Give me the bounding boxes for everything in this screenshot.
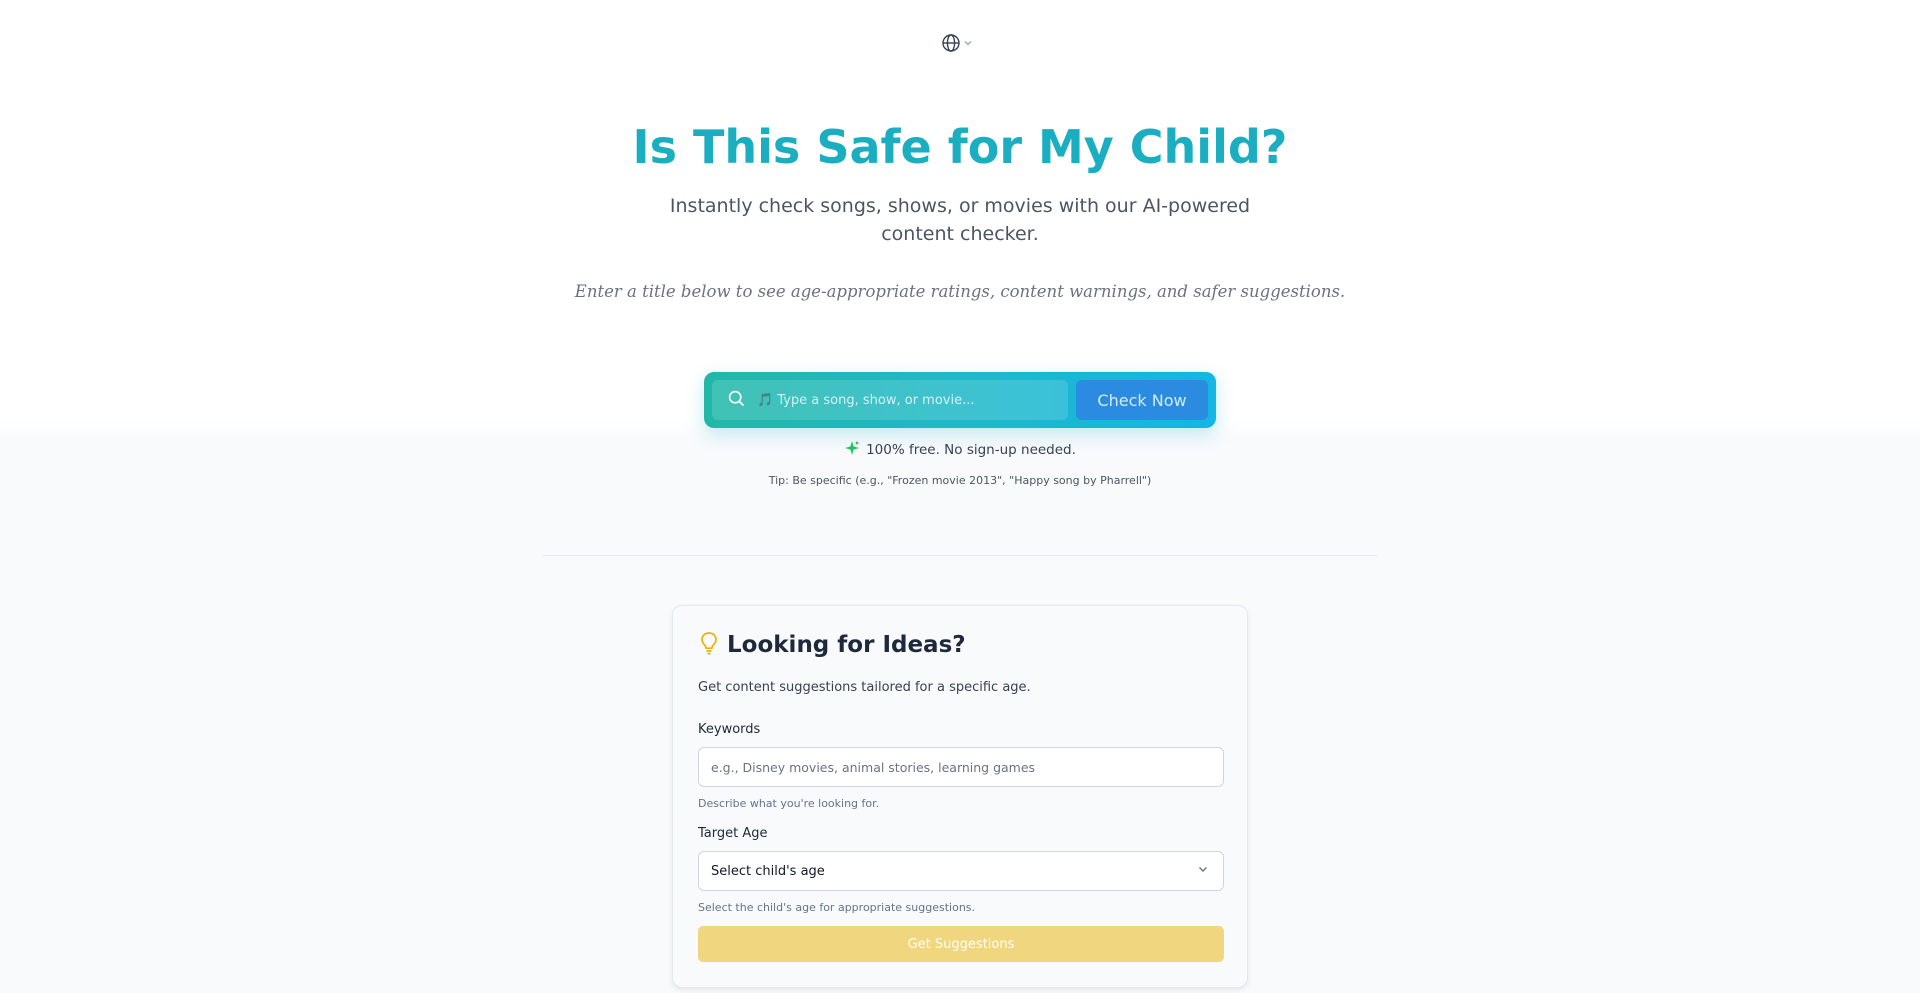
- ideas-description: Get content suggestions tailored for a s…: [698, 680, 1031, 695]
- search-icon: [728, 390, 745, 411]
- search-bar: Check Now: [704, 372, 1216, 428]
- section-divider: [543, 555, 1377, 556]
- page-title: Is This Safe for My Child?: [632, 120, 1288, 174]
- ideas-card: Looking for Ideas? Get content suggestio…: [672, 605, 1248, 988]
- globe-icon: [941, 33, 961, 53]
- search-input[interactable]: [757, 392, 1057, 408]
- search-tip: Tip: Be specific (e.g., "Frozen movie 20…: [768, 474, 1152, 487]
- instruction-note: Enter a title below to see age-appropria…: [574, 282, 1346, 301]
- search-field[interactable]: [712, 380, 1068, 420]
- language-switcher[interactable]: [941, 33, 973, 53]
- target-age-value: Select child's age: [711, 863, 825, 879]
- chevron-down-icon: [963, 38, 973, 48]
- target-age-label: Target Age: [698, 826, 768, 841]
- free-note: 100% free. No sign-up needed.: [0, 440, 1920, 460]
- check-now-button[interactable]: Check Now: [1076, 380, 1208, 420]
- ideas-title: Looking for Ideas?: [727, 632, 966, 658]
- get-suggestions-button[interactable]: Get Suggestions: [698, 926, 1224, 962]
- page-subtitle: Instantly check songs, shows, or movies …: [669, 195, 1251, 245]
- target-age-select[interactable]: Select child's age: [698, 851, 1224, 891]
- sparkle-icon: [844, 440, 860, 460]
- ideas-header: Looking for Ideas?: [699, 631, 966, 659]
- chevron-down-icon: [1197, 863, 1209, 879]
- free-note-text: 100% free. No sign-up needed.: [866, 442, 1076, 458]
- target-age-help: Select the child's age for appropriate s…: [698, 901, 976, 914]
- keywords-input[interactable]: [698, 747, 1224, 787]
- lightbulb-icon: [699, 631, 719, 659]
- keywords-help: Describe what you're looking for.: [698, 797, 880, 810]
- keywords-label: Keywords: [698, 722, 761, 737]
